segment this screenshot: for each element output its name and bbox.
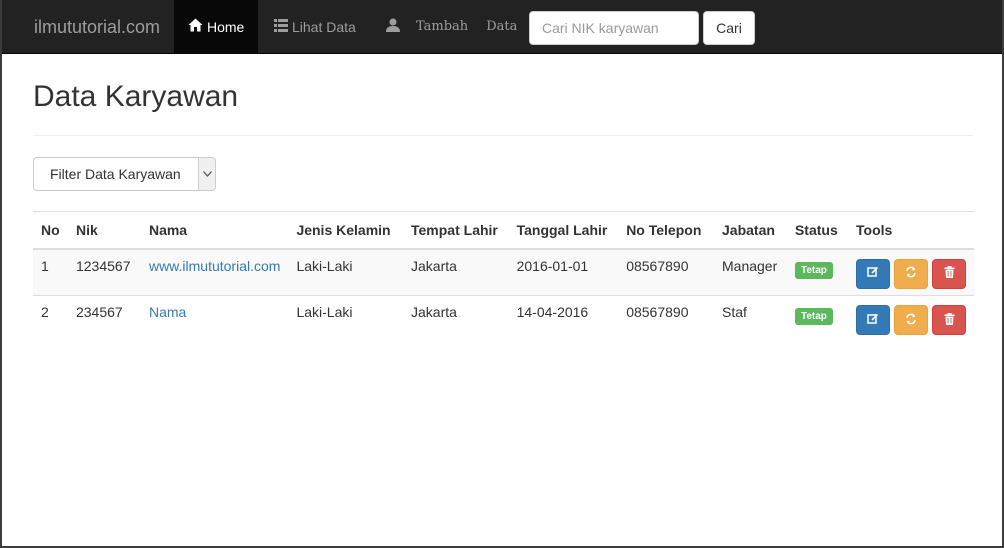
trash-icon (944, 312, 955, 328)
nav-tambah-label: Tambah (416, 19, 469, 34)
home-icon (188, 18, 203, 35)
search-input[interactable] (529, 11, 699, 45)
delete-button[interactable] (932, 305, 966, 335)
refresh-icon (905, 313, 917, 328)
cell-telepon: 08567890 (618, 295, 714, 343)
refresh-button[interactable] (894, 258, 928, 289)
cell-status: Tetap (786, 295, 848, 343)
header-tempat-lahir: Tempat Lahir (403, 211, 509, 250)
cell-no: 1 (33, 248, 68, 296)
edit-button[interactable] (856, 258, 890, 289)
cell-tempat-lahir: Jakarta (403, 248, 509, 296)
navbar: ilmututorial.com Home Lihat Data Tambah … (2, 0, 1002, 54)
nav-tambah-label-2: Data (486, 19, 518, 34)
brand-link[interactable]: ilmututorial.com (34, 17, 160, 38)
nav-lihat-data[interactable]: Lihat Data (260, 0, 370, 53)
nav-home[interactable]: Home (174, 0, 258, 53)
cell-nik: 234567 (67, 295, 141, 343)
nav-lihat-label: Lihat Data (292, 18, 356, 35)
cell-tools (848, 248, 974, 296)
cell-nik: 1234567 (67, 248, 141, 296)
cell-jenis-kelamin: Laki-Laki (288, 248, 403, 296)
filter-select-label: Filter Data Karyawan (50, 166, 181, 182)
search-button[interactable]: Cari (703, 11, 755, 45)
header-tanggal-lahir: Tanggal Lahir (508, 211, 619, 250)
header-nik: Nik (67, 211, 141, 250)
cell-jenis-kelamin: Laki-Laki (288, 295, 403, 343)
filter-select[interactable]: Filter Data Karyawan (33, 157, 216, 191)
employee-name-link[interactable]: Nama (149, 304, 186, 320)
trash-icon (944, 266, 955, 281)
header-status: Status (786, 211, 848, 250)
delete-button[interactable] (932, 258, 966, 289)
cell-tempat-lahir: Jakarta (403, 295, 509, 343)
status-badge: Tetap (794, 308, 833, 325)
nav-tambah-data[interactable]: Tambah Data (372, 0, 531, 53)
cell-telepon: 08567890 (618, 248, 714, 296)
nav-home-label: Home (207, 18, 245, 35)
user-icon (386, 18, 400, 36)
list-icon (274, 18, 288, 35)
header-no: No (33, 211, 68, 250)
cell-no: 2 (33, 295, 68, 343)
page-title: Data Karyawan (33, 80, 239, 113)
edit-icon (867, 266, 879, 281)
header-jenis-kelamin: Jenis Kelamin (288, 211, 403, 250)
status-badge: Tetap (794, 261, 833, 279)
table-header-row: No Nik Nama Jenis Kelamin Tempat Lahir T… (33, 211, 974, 250)
cell-status: Tetap (786, 248, 848, 296)
refresh-button[interactable] (894, 305, 928, 335)
cell-nama: Nama (140, 295, 289, 343)
cell-jabatan: Staf (714, 295, 787, 343)
edit-button[interactable] (856, 305, 890, 335)
cell-tools (848, 295, 974, 343)
header-no-telepon: No Telepon (618, 211, 714, 250)
table-row: 1 1234567 www.ilmututorial.com Laki-Laki… (33, 248, 974, 296)
header-tools: Tools (848, 211, 974, 250)
cell-jabatan: Manager (714, 248, 787, 296)
employee-table: No Nik Nama Jenis Kelamin Tempat Lahir T… (33, 211, 974, 343)
cell-tanggal-lahir: 2016-01-01 (508, 248, 619, 296)
divider (33, 135, 973, 136)
chevron-down-icon (198, 158, 215, 190)
header-nama: Nama (140, 211, 289, 250)
cell-nama: www.ilmututorial.com (140, 248, 289, 296)
edit-icon (867, 313, 879, 328)
table-row: 2 234567 Nama Laki-Laki Jakarta 14-04-20… (33, 295, 974, 343)
employee-name-link[interactable]: www.ilmututorial.com (149, 258, 280, 274)
refresh-icon (905, 266, 917, 281)
cell-tanggal-lahir: 14-04-2016 (508, 295, 619, 343)
header-jabatan: Jabatan (714, 211, 787, 250)
